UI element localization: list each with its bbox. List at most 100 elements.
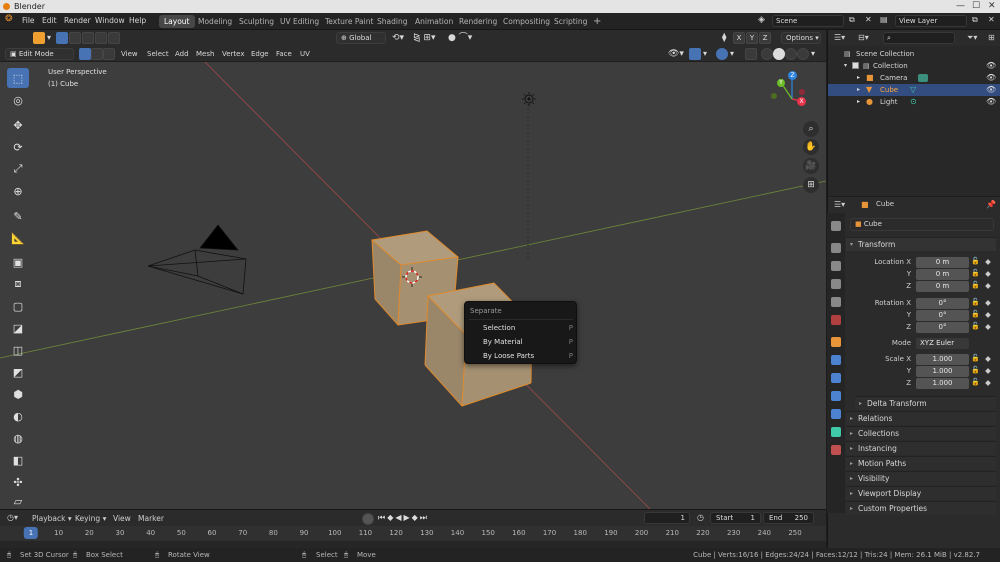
camera-view-icon[interactable]: 🎥 <box>803 158 819 174</box>
smooth-tool-icon[interactable]: ◍ <box>7 428 29 448</box>
visibility-eye-icon[interactable]: 👁 <box>986 72 996 84</box>
playback-controls[interactable]: ⏮◆◀▶◆⏭ <box>378 513 429 523</box>
physics-tab-icon[interactable] <box>831 391 841 401</box>
transform-orientation-dropdown[interactable]: ⊕ Global <box>336 32 386 44</box>
scene-name-field[interactable]: Scene <box>772 15 844 27</box>
measure-tool-icon[interactable]: 📐 <box>7 228 29 248</box>
timeline-body[interactable] <box>0 541 826 548</box>
tab-animation[interactable]: Animation <box>410 15 458 28</box>
delete-scene-icon[interactable]: ✕ <box>865 15 872 24</box>
visibility-icon[interactable]: 👁▾ <box>668 48 684 60</box>
rotation-y-field[interactable]: 0° <box>916 310 969 321</box>
collection-checkbox[interactable] <box>852 62 859 69</box>
rotation-mode-dropdown[interactable]: XYZ Euler <box>916 338 969 349</box>
3d-viewport[interactable]: User Perspective (1) Cube Z X Y ⌕ ✋ 🎥 ⊞ <box>0 62 826 509</box>
add-workspace-button[interactable]: + <box>588 15 606 28</box>
gizmo-neg-x-axis[interactable] <box>799 89 805 95</box>
menu-face[interactable]: Face <box>276 48 292 60</box>
spin-tool-icon[interactable]: ◐ <box>7 406 29 426</box>
knife-tool-icon[interactable]: ◩ <box>7 362 29 382</box>
menu-file[interactable]: File <box>22 16 35 25</box>
editor-type-icon[interactable]: ☰▾ <box>834 33 845 42</box>
select-mode-invert-icon[interactable] <box>95 32 107 44</box>
end-frame-field[interactable]: End 250 <box>763 512 814 524</box>
start-frame-field[interactable]: Start 1 <box>710 512 761 524</box>
menu-item-selection[interactable]: Selection P <box>465 323 578 335</box>
tab-sculpting[interactable]: Sculpting <box>234 15 279 28</box>
object-name-field[interactable]: ■ Cube <box>850 218 994 231</box>
select-tool-icon[interactable] <box>33 32 45 44</box>
object-tab-icon[interactable] <box>831 337 841 347</box>
cursor-tool-icon[interactable]: ◎ <box>7 90 29 110</box>
scale-y-field[interactable]: 1.000 <box>916 366 969 377</box>
new-view-layer-icon[interactable]: ⧉ <box>972 15 978 25</box>
outliner-row-scene-collection[interactable]: ▤ Scene Collection <box>828 48 1000 60</box>
tab-rendering[interactable]: Rendering <box>454 15 502 28</box>
viewport-display-section[interactable]: ▸ Viewport Display <box>846 486 996 500</box>
light-data-icon[interactable]: ⊙ <box>910 96 917 108</box>
modifier-tab-icon[interactable] <box>831 355 841 365</box>
poly-build-tool-icon[interactable]: ⬢ <box>7 384 29 404</box>
delta-transform-section[interactable]: ▸ Delta Transform <box>855 396 996 410</box>
camera-data-icon[interactable] <box>918 74 928 82</box>
tab-modeling[interactable]: Modeling <box>193 15 237 28</box>
expand-camera-icon[interactable]: ▸ <box>857 72 860 84</box>
menu-item-by-material[interactable]: By Material P <box>465 337 578 349</box>
visibility-eye-icon[interactable]: 👁 <box>986 60 996 72</box>
maximize-icon[interactable]: ☐ <box>972 0 980 13</box>
outliner-row-cube[interactable]: ▸ ▼ Cube ▽ 👁 <box>828 84 1000 96</box>
menu-timeline-view[interactable]: View <box>113 514 131 523</box>
edge-select-icon[interactable] <box>91 48 103 60</box>
gizmo-toggle-icon[interactable] <box>689 48 701 60</box>
inset-tool-icon[interactable]: ▢ <box>7 296 29 316</box>
pan-view-icon[interactable]: ✋ <box>803 139 819 155</box>
motion-paths-section[interactable]: ▸ Motion Paths <box>846 456 996 470</box>
pivot-point-icon[interactable]: ⟲▾ <box>392 32 404 44</box>
tab-scripting[interactable]: Scripting <box>549 15 592 28</box>
zoom-view-icon[interactable]: ⌕ <box>803 121 819 137</box>
scale-z-field[interactable]: 1.000 <box>916 378 969 389</box>
wireframe-shading-icon[interactable] <box>761 48 773 60</box>
properties-editor-icon[interactable]: ☰▾ <box>834 200 845 209</box>
tool-tab-icon[interactable] <box>831 221 841 231</box>
menu-vertex[interactable]: Vertex <box>222 48 245 60</box>
outliner-row-light[interactable]: ▸ ● Light ⊙ 👁 <box>828 96 1000 108</box>
transform-tool-icon[interactable]: ⊕ <box>7 181 29 201</box>
delete-view-layer-icon[interactable]: ✕ <box>988 15 995 24</box>
mode-dropdown[interactable]: ▣ Edit Mode <box>5 48 74 60</box>
options-dropdown[interactable]: Options ▾ <box>781 32 821 44</box>
loop-cut-tool-icon[interactable]: ◫ <box>7 340 29 360</box>
mesh-data-icon[interactable]: ▽ <box>910 84 916 96</box>
select-mode-new-icon[interactable] <box>56 32 68 44</box>
render-tab-icon[interactable] <box>831 243 841 253</box>
lock-icon[interactable]: 🔓 <box>971 366 980 374</box>
location-z-field[interactable]: 0 m <box>916 281 969 292</box>
clock-icon[interactable]: ◷ <box>697 513 704 522</box>
pin-icon[interactable]: 📌 <box>986 200 996 209</box>
gizmo-y-axis[interactable]: Y <box>777 79 785 87</box>
bevel-tool-icon[interactable]: ◪ <box>7 318 29 338</box>
particles-tab-icon[interactable] <box>831 373 841 383</box>
material-tab-icon[interactable] <box>831 445 841 455</box>
close-icon[interactable]: ✕ <box>988 0 996 13</box>
menu-window[interactable]: Window <box>95 16 125 25</box>
face-select-icon[interactable] <box>103 48 115 60</box>
mirror-icon[interactable]: ⧫ <box>722 32 726 44</box>
new-scene-icon[interactable]: ⧉ <box>849 15 855 25</box>
extrude-tool-icon[interactable]: ⧈ <box>7 274 29 294</box>
location-y-field[interactable]: 0 m <box>916 269 969 280</box>
location-x-field[interactable]: 0 m <box>916 257 969 268</box>
gizmo-dropdown-icon[interactable]: ▾ <box>703 48 707 60</box>
menu-view[interactable]: View <box>121 48 138 60</box>
lock-icon[interactable]: 🔓 <box>971 269 980 277</box>
minimize-icon[interactable]: — <box>956 0 965 13</box>
constraints-tab-icon[interactable] <box>831 409 841 419</box>
lock-icon[interactable]: 🔓 <box>971 257 980 265</box>
menu-item-by-loose-parts[interactable]: By Loose Parts P <box>465 351 578 363</box>
custom-properties-section[interactable]: ▸ Custom Properties <box>846 501 996 515</box>
menu-add[interactable]: Add <box>175 48 189 60</box>
blender-menu-icon[interactable]: ❂ <box>5 14 13 24</box>
lock-icon[interactable]: 🔓 <box>971 354 980 362</box>
mirror-y-toggle[interactable]: Y <box>746 32 758 44</box>
tab-shading[interactable]: Shading <box>372 15 412 28</box>
